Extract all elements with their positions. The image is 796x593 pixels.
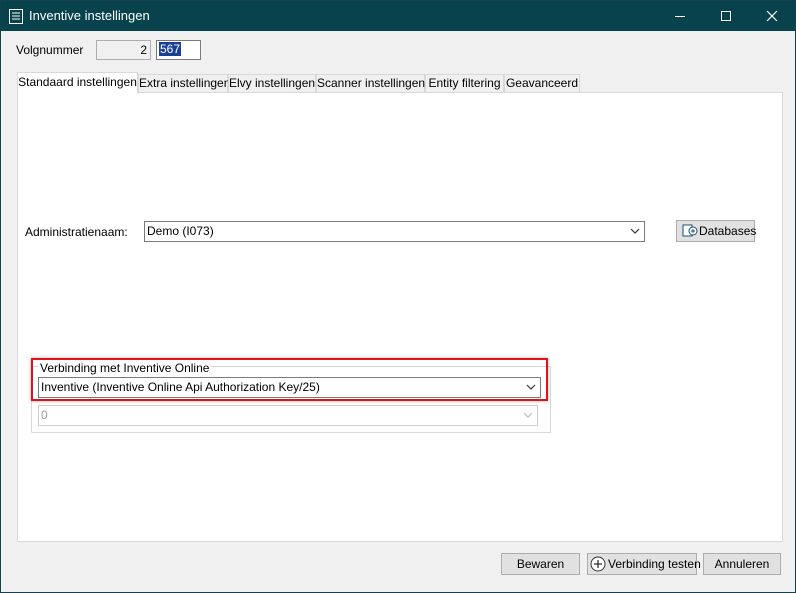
database-icon xyxy=(682,224,698,237)
chevron-down-icon xyxy=(630,228,640,234)
minimize-icon xyxy=(675,16,685,17)
highlight-outline xyxy=(31,358,548,401)
plus-circle-icon xyxy=(590,556,606,572)
verbinding-secondary-dropdown: 0 xyxy=(38,405,538,426)
verbinding-secondary-value: 0 xyxy=(41,408,48,422)
test-connection-label: Verbinding testen xyxy=(608,557,701,571)
volgnummer-label: Volgnummer xyxy=(16,43,84,57)
databases-button-label: Databases xyxy=(699,224,757,238)
administratienaam-value: Demo (I073) xyxy=(147,224,214,238)
test-connection-button[interactable]: Verbinding testen xyxy=(587,553,701,575)
chevron-down-icon xyxy=(523,412,533,418)
databases-button[interactable]: Databases xyxy=(676,220,757,242)
volgnummer-readonly-field: 2 xyxy=(96,40,151,60)
administratienaam-dropdown[interactable]: Demo (I073) xyxy=(144,221,645,242)
close-icon xyxy=(766,10,778,22)
maximize-icon xyxy=(721,11,731,21)
document-settings-icon xyxy=(9,9,23,24)
save-button[interactable]: Bewaren xyxy=(501,553,580,575)
tab-scanner-instellingen[interactable]: Scanner instellingen xyxy=(316,74,425,93)
title-bar[interactable]: Inventive instellingen xyxy=(1,1,795,31)
administratienaam-label: Administratienaam: xyxy=(25,225,128,239)
tab-entity-filtering[interactable]: Entity filtering xyxy=(425,74,504,93)
volgnummer-value: 567 xyxy=(159,42,182,56)
tab-standaard-instellingen[interactable]: Standaard instellingen xyxy=(17,72,138,94)
settings-window: Inventive instellingen Volgnummer 2 567 … xyxy=(0,0,796,593)
window-title: Inventive instellingen xyxy=(29,8,150,23)
maximize-button[interactable] xyxy=(703,1,749,31)
cancel-button[interactable]: Annuleren xyxy=(703,553,781,575)
close-button[interactable] xyxy=(749,1,795,31)
tab-extra-instellingen[interactable]: Extra instellingen xyxy=(138,74,230,93)
tab-panel-standaard xyxy=(17,92,783,542)
minimize-button[interactable] xyxy=(657,1,703,31)
volgnummer-input[interactable]: 567 xyxy=(156,40,201,60)
tab-geavanceerd[interactable]: Geavanceerd xyxy=(504,74,580,93)
tab-elvy-instellingen[interactable]: Elvy instellingen xyxy=(228,74,316,93)
